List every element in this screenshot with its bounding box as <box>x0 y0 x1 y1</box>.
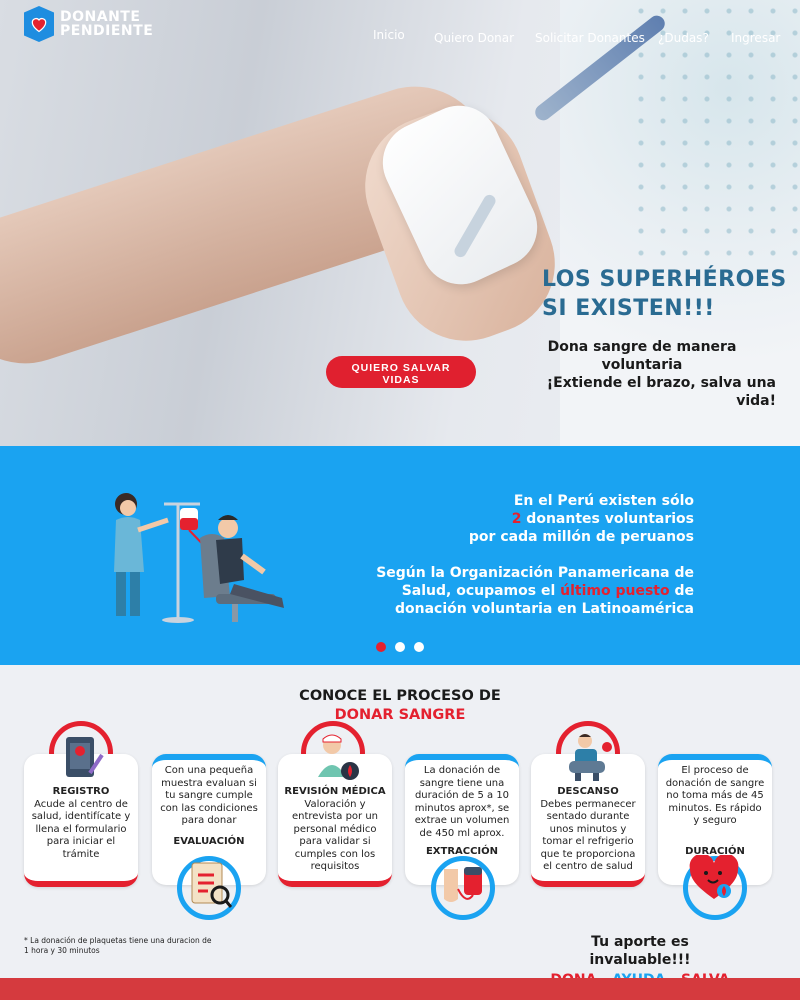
cta-label-line2: VIDAS <box>382 374 420 386</box>
stat-paragraph-1: En el Perú existen sólo 2 donantes volun… <box>376 492 694 546</box>
stat2-line1: Según la Organización Panamericana de <box>376 565 694 581</box>
carousel-indicators <box>376 642 424 652</box>
step-registro-title: REGISTRO <box>52 786 110 797</box>
step-revision-title: REVISIÓN MÉDICA <box>284 786 386 797</box>
step-descanso-title: DESCANSO <box>557 786 619 797</box>
hero-title-line1: LOS SUPERHÉROES <box>542 267 787 292</box>
brand-name-line2: PENDIENTE <box>60 23 154 39</box>
hero-section: DONANTE PENDIENTE Inicio Quiero Donar So… <box>0 0 800 446</box>
heart-logo-icon <box>24 6 54 42</box>
process-title-line1: CONOCE EL PROCESO DE <box>299 688 501 704</box>
stat2-line2b: de <box>669 583 694 599</box>
blood-bag-icon <box>440 859 486 909</box>
step-extraccion-text: La donación de sangre tiene una duración… <box>414 765 510 839</box>
stat1-number: 2 <box>511 511 522 527</box>
step-duracion-text: El proceso de donación de sangre no toma… <box>665 765 765 826</box>
step-evaluacion-text: Con una pequeña muestra evaluan si tu sa… <box>160 765 258 826</box>
stat1-line1: En el Perú existen sólo <box>513 493 694 509</box>
carousel-dot-1[interactable] <box>376 642 386 652</box>
next-section-header-bar <box>0 978 800 1000</box>
stat1-line3: por cada millón de peruanos <box>468 529 694 545</box>
nav-solicitar-donantes[interactable]: Solicitar Donantes <box>535 31 645 45</box>
hero-subtitle: Dona sangre de manera voluntaria ¡Extien… <box>508 338 776 410</box>
process-title-line2: DONAR SANGRE <box>334 707 466 723</box>
brand-logo[interactable]: DONANTE PENDIENTE <box>24 6 153 42</box>
process-title: CONOCE EL PROCESO DE DONAR SANGRE <box>0 687 800 725</box>
step-revision-text: Valoración y entrevista por un personal … <box>291 798 379 873</box>
hero-title: LOS SUPERHÉROES SI EXISTEN!!! <box>542 265 787 323</box>
checklist-icon <box>186 859 232 909</box>
hero-sub-line2: voluntaria <box>601 357 683 373</box>
step-descanso-text: Debes permanecer sentado durante unos mi… <box>540 798 636 873</box>
stat2-line3: donación voluntaria en Latinoamérica <box>394 601 694 617</box>
hero-title-line2: SI EXISTEN!!! <box>542 296 715 321</box>
page: DONANTE PENDIENTE Inicio Quiero Donar So… <box>0 0 800 1000</box>
nav-dudas[interactable]: ¿Dudas? <box>658 31 709 45</box>
stats-text: En el Perú existen sólo 2 donantes volun… <box>376 492 694 636</box>
clipboard-icon <box>60 733 104 783</box>
blood-donation-illustration <box>114 493 284 623</box>
carousel-dot-3[interactable] <box>414 642 424 652</box>
tagline-text: Tu aporte es invaluable!!! <box>589 934 691 968</box>
nav-ingresar[interactable]: Ingresar <box>731 31 780 45</box>
stat2-line2a: Salud, ocupamos el <box>401 583 561 599</box>
stat-paragraph-2: Según la Organización Panamericana de Sa… <box>376 564 694 618</box>
step-registro-text: Acude al centro de salud, identifícate y… <box>31 798 131 860</box>
stat1-line2: donantes voluntarios <box>521 511 694 527</box>
doctor-icon <box>310 731 362 783</box>
hero-sub-line1: Dona sangre de manera <box>547 339 737 355</box>
stat2-highlight: último puesto <box>560 583 670 599</box>
stats-carousel: En el Perú existen sólo 2 donantes volun… <box>0 446 800 665</box>
process-section: CONOCE EL PROCESO DE DONAR SANGRE REGIST… <box>0 665 800 988</box>
carousel-dot-2[interactable] <box>395 642 405 652</box>
step-evaluacion-title: EVALUACIÓN <box>173 835 245 847</box>
brand-name-line1: DONANTE <box>60 9 141 25</box>
nav-quiero-donar[interactable]: Quiero Donar <box>434 31 514 45</box>
resting-patient-icon <box>563 731 615 783</box>
nav-inicio[interactable]: Inicio <box>373 28 405 42</box>
heart-character-icon <box>688 855 740 905</box>
cta-label-line1: QUIERO SALVAR <box>351 362 451 374</box>
hero-sub-line3: ¡Extiende el brazo, salva una vida! <box>546 375 776 409</box>
save-lives-button[interactable]: QUIERO SALVAR VIDAS <box>326 356 476 388</box>
process-footnote: * La donación de plaquetas tiene una dur… <box>24 936 212 955</box>
